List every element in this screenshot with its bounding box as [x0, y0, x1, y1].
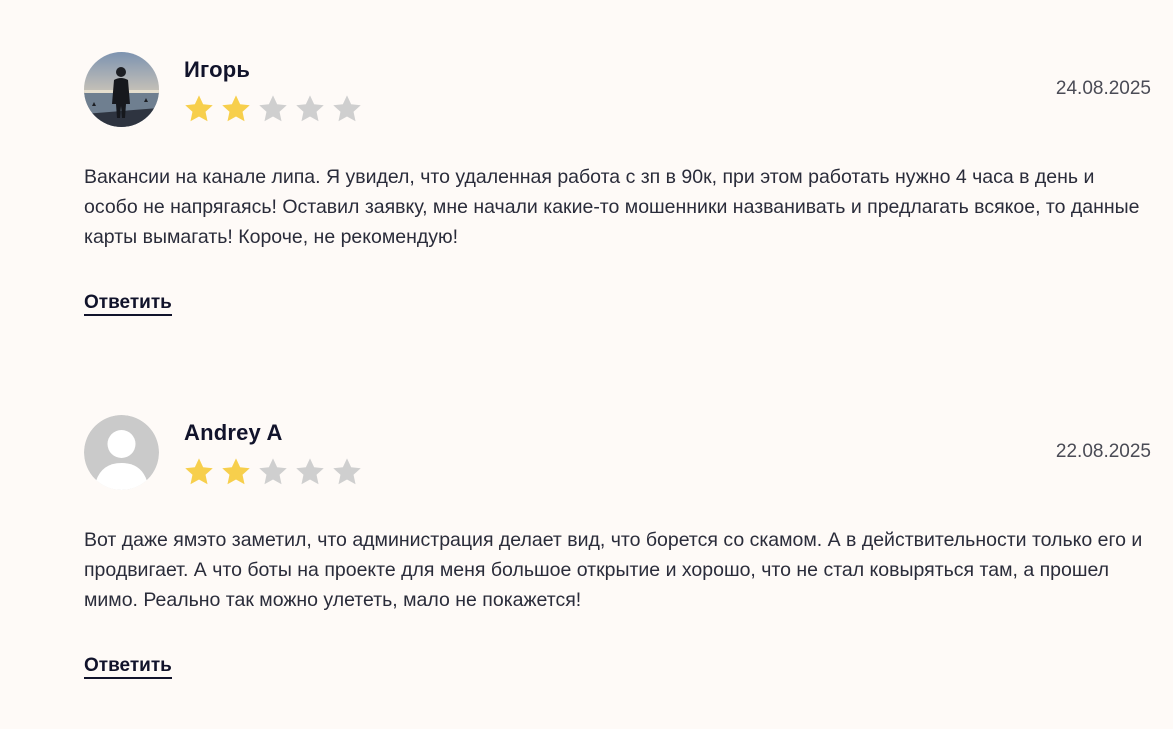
star-empty-icon	[333, 95, 361, 122]
star-empty-icon	[259, 95, 287, 122]
default-user-avatar-icon	[84, 415, 159, 490]
review-date: 22.08.2025	[1055, 441, 1151, 462]
star-filled-icon	[185, 458, 213, 485]
review-date: 24.08.2025	[1055, 78, 1151, 99]
review-text: Вот даже ямэто заметил, что администраци…	[84, 529, 1143, 611]
star-filled-icon	[185, 95, 213, 122]
reply-link[interactable]: Ответить	[84, 655, 172, 679]
review-author-name: Игорь	[184, 57, 251, 82]
review-text: Вакансии на канале липа. Я увидел, что у…	[84, 166, 1140, 248]
review-author-name: Andrey A	[184, 420, 283, 445]
star-filled-icon	[222, 458, 250, 485]
star-empty-icon	[259, 458, 287, 485]
star-filled-icon	[222, 95, 250, 122]
star-empty-icon	[333, 458, 361, 485]
star-empty-icon	[296, 458, 324, 485]
user-avatar-photo	[84, 52, 159, 127]
star-empty-icon	[296, 95, 324, 122]
rating-stars	[182, 456, 364, 488]
reply-link[interactable]: Ответить	[84, 292, 172, 316]
rating-stars	[182, 93, 364, 125]
